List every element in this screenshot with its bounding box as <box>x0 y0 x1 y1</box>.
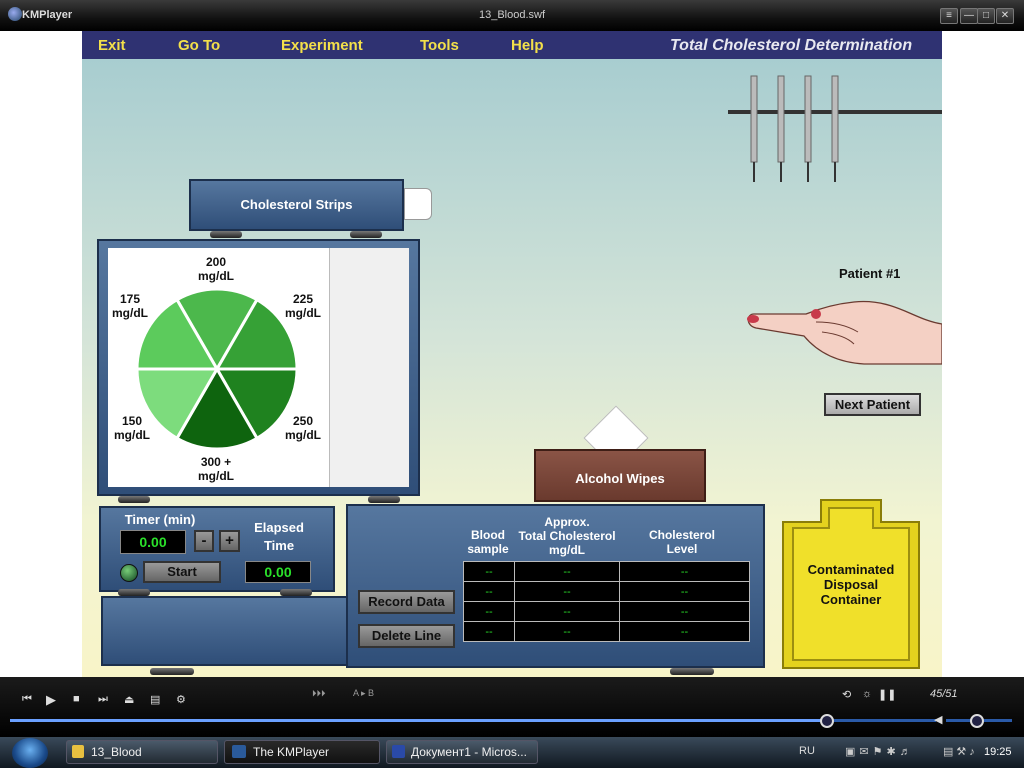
equalizer-icon[interactable]: ☼ <box>862 688 872 700</box>
window-menu-button[interactable]: ≡ <box>940 8 958 24</box>
label-300-plus: 300 + mg/dL <box>198 455 234 483</box>
menu-experiment[interactable]: Experiment <box>281 37 363 54</box>
panel-foot <box>118 496 150 503</box>
right-letterbox <box>942 31 1024 677</box>
taskbar-item-13-blood[interactable]: 13_Blood <box>66 740 218 764</box>
elapsed-time-label: Elapsed Time <box>254 520 304 553</box>
eject-icon[interactable]: ⏏ <box>124 693 134 706</box>
panel-foot <box>368 496 400 503</box>
language-indicator[interactable]: RU <box>799 745 815 757</box>
ab-repeat-label[interactable]: A ▸ B <box>353 688 374 699</box>
kmplayer-taskbar-icon <box>232 745 246 758</box>
clock: 19:25 <box>984 746 1012 758</box>
panel-foot <box>280 589 312 596</box>
panel-foot <box>670 668 714 675</box>
cholesterol-strip[interactable] <box>404 188 432 220</box>
label-225: 225 mg/dL <box>285 292 321 320</box>
timer-indicator-light <box>120 564 138 582</box>
patient-label: Patient #1 <box>839 266 901 281</box>
close-button[interactable]: ✕ <box>996 8 1014 24</box>
patient-hand[interactable] <box>744 292 942 368</box>
disposal-container-label: Contaminated Disposal Container <box>807 562 895 607</box>
label-250: 250 mg/dL <box>285 414 321 442</box>
word-icon <box>392 745 405 758</box>
timer-label: Timer (min) <box>124 512 196 527</box>
maximize-button[interactable]: □ <box>977 8 995 24</box>
seek-bar-fill <box>10 719 828 722</box>
cholesterol-strips-label: Cholesterol Strips <box>240 197 353 212</box>
settings-icon[interactable]: ⚙ <box>176 693 186 706</box>
timer-display: 0.00 <box>120 530 186 554</box>
label-150: 150 mg/dL <box>114 414 150 442</box>
lancet-rack[interactable] <box>725 72 942 187</box>
cell: -- <box>619 561 750 582</box>
table-row[interactable]: -- -- -- <box>463 621 750 642</box>
panel-foot <box>118 589 150 596</box>
cell: -- <box>463 621 515 642</box>
stop-icon[interactable]: ■ <box>73 693 80 705</box>
start-orb-icon[interactable] <box>12 738 48 768</box>
cell: -- <box>514 601 620 622</box>
next-icon[interactable]: ⏭ <box>98 693 108 706</box>
seek-thumb[interactable] <box>820 714 835 728</box>
tray-icons[interactable]: ▣✉⚑✱♬ <box>845 745 915 758</box>
cell: -- <box>463 581 515 602</box>
header-blood-sample: Blood sample <box>467 528 509 556</box>
minimize-button[interactable]: — <box>960 8 978 24</box>
header-total-cholesterol: Approx. Total Cholesterol mg/dL <box>518 515 616 557</box>
elapsed-time-display: 0.00 <box>245 561 311 583</box>
strip-reading-area[interactable] <box>329 248 409 487</box>
record-data-button[interactable]: Record Data <box>358 590 455 614</box>
volume-icon[interactable]: ◀ <box>934 713 942 726</box>
taskbar-item-kmplayer[interactable]: The KMPlayer <box>224 740 380 764</box>
simulation-title: Total Cholesterol Determination <box>670 37 913 54</box>
cell: -- <box>619 581 750 602</box>
timer-plus-button[interactable]: + <box>219 530 240 552</box>
menu-help[interactable]: Help <box>511 37 544 54</box>
delete-line-button[interactable]: Delete Line <box>358 624 455 648</box>
player-control-bar <box>0 677 1024 737</box>
tray-icons-2[interactable]: ▤⚒♪ <box>943 745 978 758</box>
folder-icon <box>72 745 84 758</box>
cell: -- <box>619 601 750 622</box>
lower-shelf-panel <box>101 596 363 666</box>
header-cholesterol-level: Cholesterol Level <box>648 528 715 556</box>
next-patient-button[interactable]: Next Patient <box>824 393 921 416</box>
cell: -- <box>514 581 620 602</box>
frame-step-icons[interactable]: ⏵⏵⏵ <box>312 688 326 699</box>
play-icon[interactable]: ▶ <box>46 692 56 708</box>
label-175: 175 mg/dL <box>112 292 148 320</box>
taskbar-item-word[interactable]: Документ1 - Micros... <box>386 740 538 764</box>
left-letterbox <box>0 31 82 677</box>
file-name: 13_Blood.swf <box>478 9 546 21</box>
timer-minus-button[interactable]: - <box>194 530 214 552</box>
cell: -- <box>463 601 515 622</box>
table-row[interactable]: -- -- -- <box>463 561 750 582</box>
label-200: 200 mg/dL <box>198 255 234 283</box>
table-row[interactable]: -- -- -- <box>463 581 750 602</box>
cholesterol-color-wheel <box>135 287 299 451</box>
menu-exit[interactable]: Exit <box>98 37 126 54</box>
start-button[interactable]: Start <box>143 561 221 583</box>
playlist-icon[interactable]: ▤ <box>150 693 160 706</box>
cell: -- <box>619 621 750 642</box>
box-foot <box>210 231 242 238</box>
cell: -- <box>463 561 515 582</box>
alcohol-wipes-label: Alcohol Wipes <box>575 471 665 486</box>
frame-counter: 45/51 <box>930 688 958 700</box>
data-table: -- -- -- -- -- -- -- -- -- -- -- -- <box>463 561 750 642</box>
panel-foot <box>150 668 194 675</box>
table-row[interactable]: -- -- -- <box>463 601 750 622</box>
menu-go-to[interactable]: Go To <box>178 37 220 54</box>
previous-icon[interactable]: ⏮ <box>22 693 32 706</box>
repeat-icon[interactable]: ⟲ <box>842 688 851 701</box>
menu-tools[interactable]: Tools <box>420 37 459 54</box>
box-foot <box>350 231 382 238</box>
volume-thumb[interactable] <box>970 714 984 728</box>
cell: -- <box>514 561 620 582</box>
cell: -- <box>514 621 620 642</box>
pause-icon[interactable]: ❚❚ <box>878 688 896 701</box>
